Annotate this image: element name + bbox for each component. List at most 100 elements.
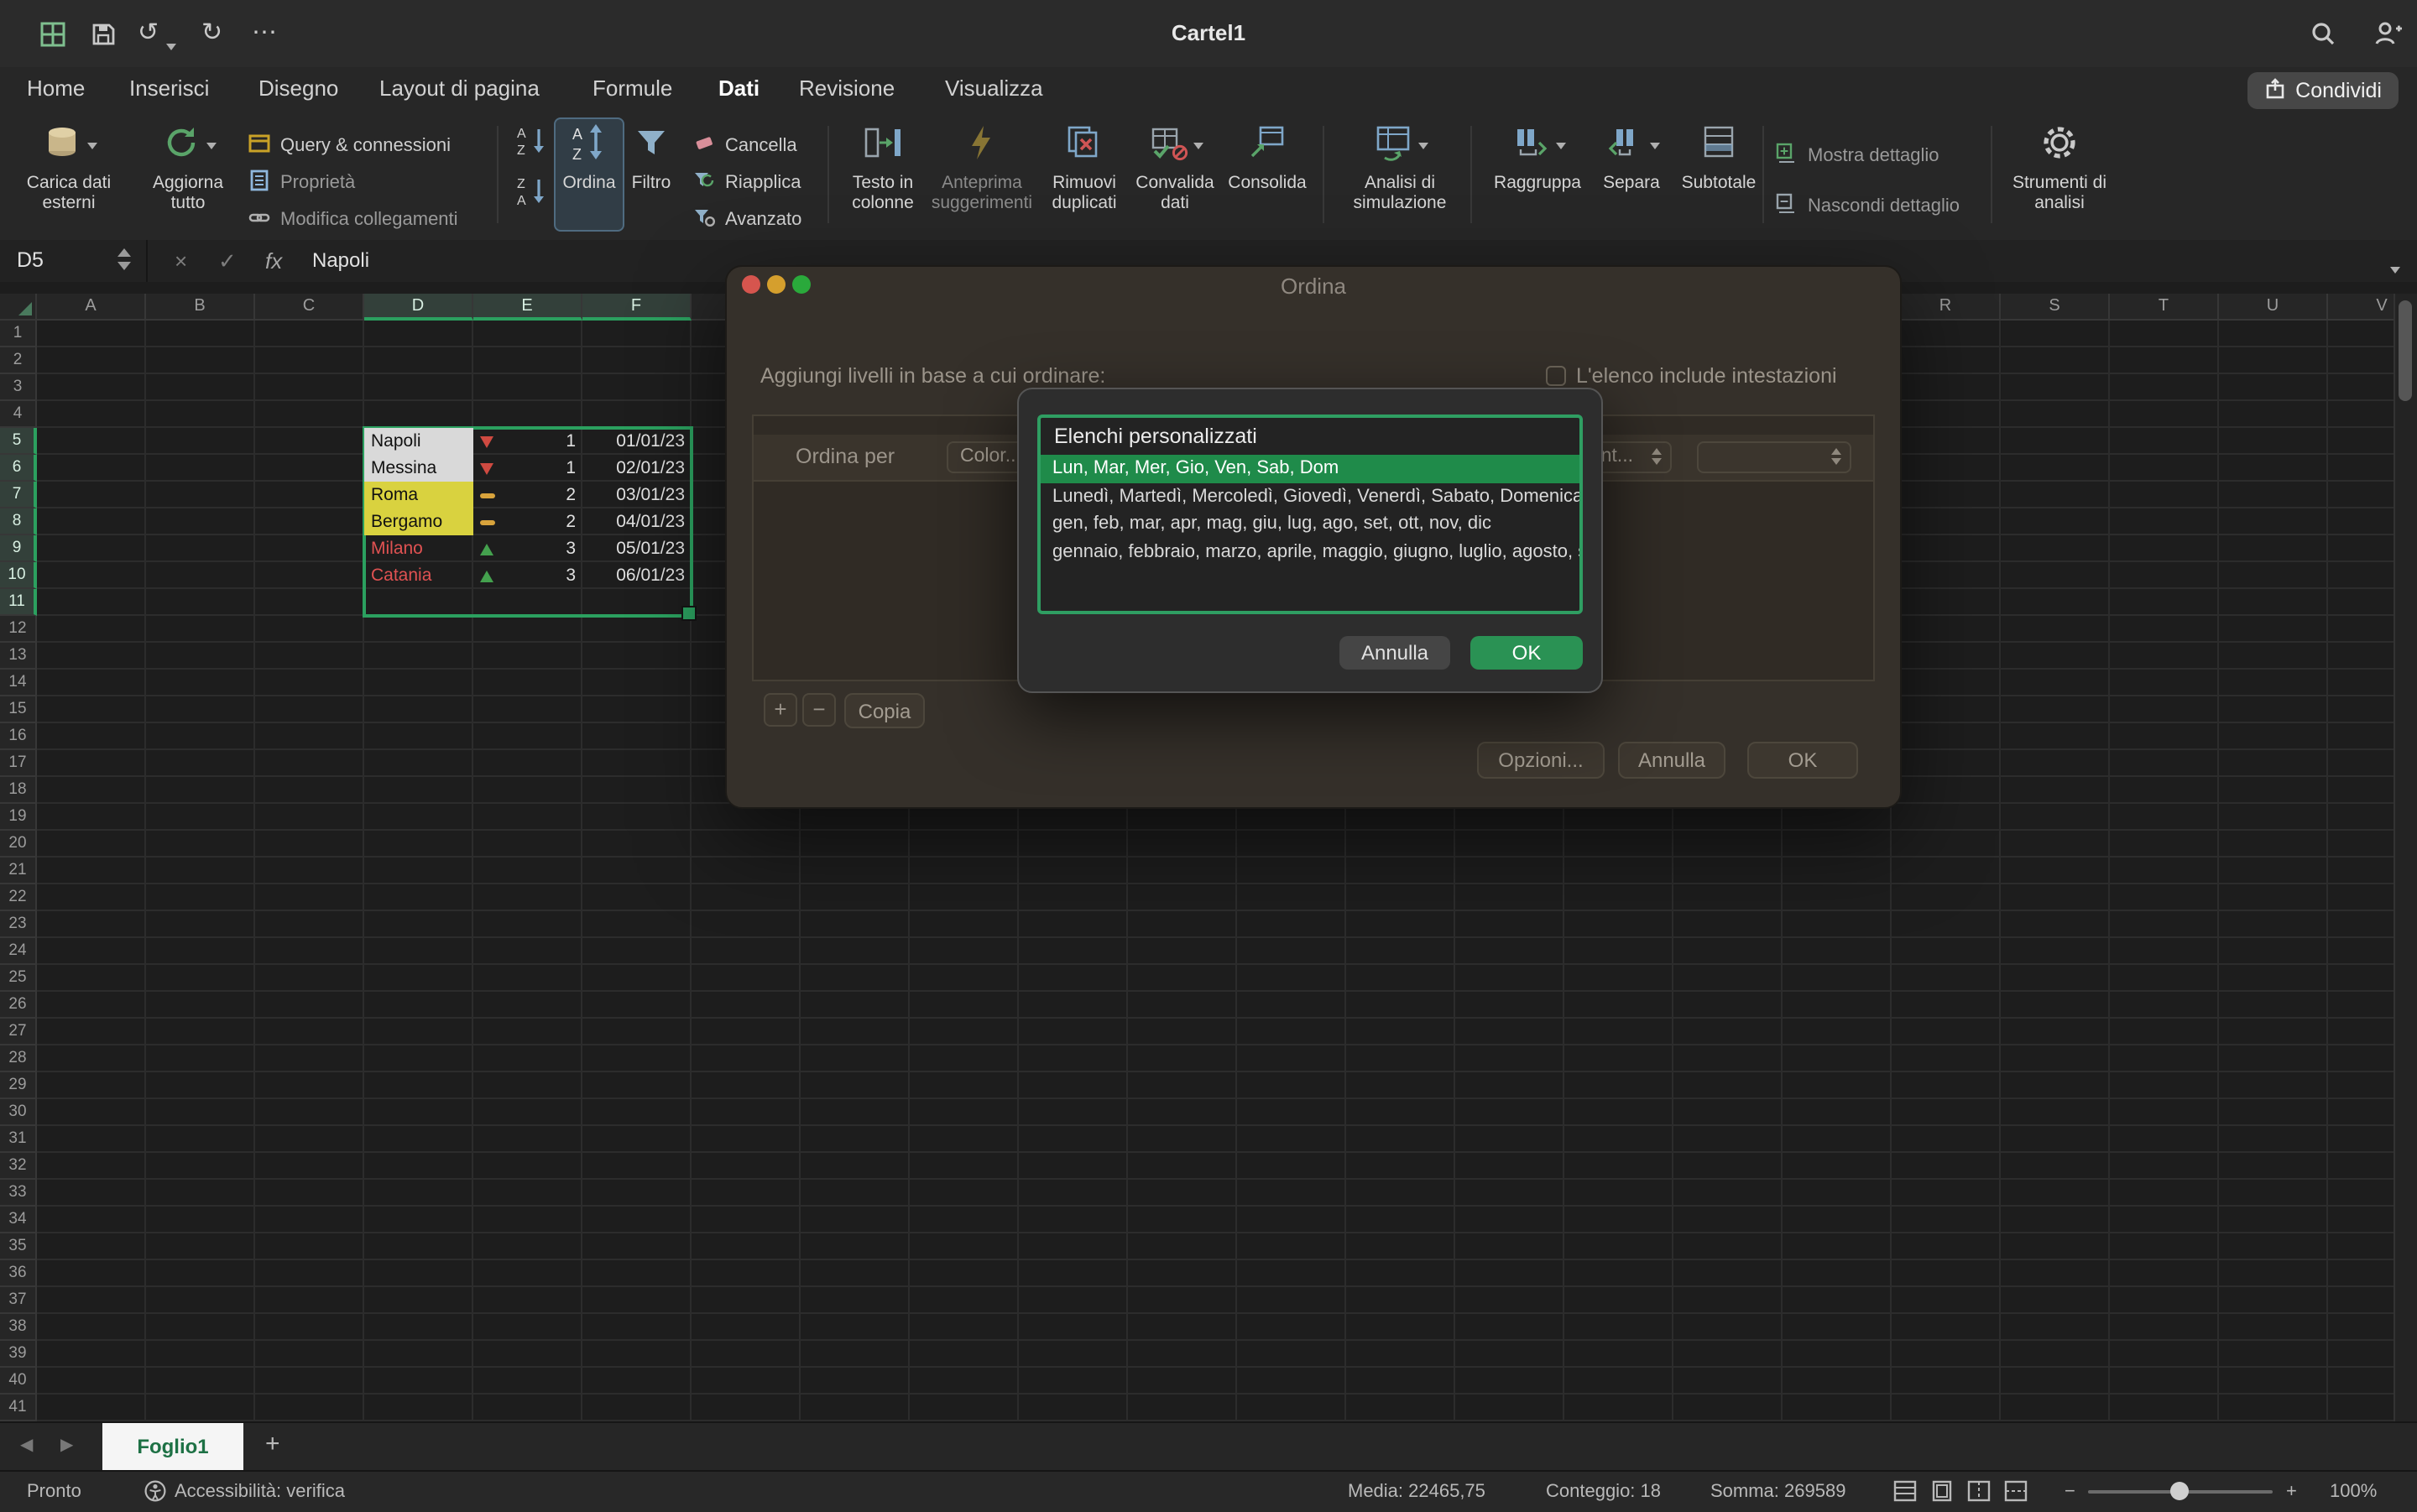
row-header-1[interactable]: 1 [0,321,37,347]
column-header-B[interactable]: B [146,294,255,321]
page-layout-view-icon[interactable] [1930,1480,1954,1507]
custom-lists-cancel-button[interactable]: Annulla [1339,636,1450,670]
cell-D10[interactable]: Catania [364,562,473,589]
sheet-tab-foglio1[interactable]: Foglio1 [102,1423,243,1472]
fill-handle[interactable] [681,606,697,621]
row-header-34[interactable]: 34 [0,1207,37,1233]
zoom-level[interactable]: 100% [2330,1472,2377,1512]
row-header-2[interactable]: 2 [0,347,37,374]
share-button[interactable]: Condividi [2247,72,2399,109]
row-header-33[interactable]: 33 [0,1180,37,1207]
what-if-analysis-button[interactable]: Analisi di simulazione [1343,119,1457,233]
tab-dati[interactable]: Dati [715,67,763,117]
cell-F7[interactable]: 03/01/23 [582,482,692,508]
add-level-button[interactable]: + [764,693,797,727]
flash-fill-button[interactable]: Anteprima suggerimenti [928,119,1036,233]
sort-ok-button[interactable]: OK [1747,742,1858,779]
sort-za-button[interactable]: ZA [514,176,551,210]
row-header-8[interactable]: 8 [0,508,37,535]
column-header-T[interactable]: T [2110,294,2219,321]
row-header-14[interactable]: 14 [0,670,37,696]
row-header-3[interactable]: 3 [0,374,37,401]
row-header-7[interactable]: 7 [0,482,37,508]
group-button[interactable]: Raggruppa [1487,119,1588,233]
row-header-32[interactable]: 32 [0,1153,37,1180]
remove-duplicates-button[interactable]: Rimuovi duplicati [1036,119,1133,233]
row-header-41[interactable]: 41 [0,1395,37,1421]
cell-D9[interactable]: Milano [364,535,473,562]
row-header-18[interactable]: 18 [0,777,37,804]
enter-icon[interactable]: ✓ [218,240,237,282]
cell-E7[interactable]: 2 [473,482,582,508]
get-external-data-button[interactable]: Carica dati esterni [20,119,117,233]
row-header-17[interactable]: 17 [0,750,37,777]
vertical-scrollbar-thumb[interactable] [2399,300,2412,401]
custom-view-icon[interactable] [2004,1480,2028,1507]
row-header-36[interactable]: 36 [0,1260,37,1287]
subtotal-button[interactable]: Subtotale [1675,119,1762,233]
normal-view-icon[interactable] [1893,1480,1917,1507]
next-sheet-icon[interactable]: ▶ [60,1436,73,1455]
consolidate-button[interactable]: Consolida [1224,119,1311,233]
cell-D5[interactable]: Napoli [364,428,473,455]
column-header-A[interactable]: A [37,294,146,321]
row-header-23[interactable]: 23 [0,911,37,938]
properties-button[interactable]: Proprietà [248,166,355,200]
cell-F8[interactable]: 04/01/23 [582,508,692,535]
row-header-16[interactable]: 16 [0,723,37,750]
row-header-26[interactable]: 26 [0,992,37,1019]
row-header-6[interactable]: 6 [0,455,37,482]
search-icon[interactable] [2310,20,2336,52]
edit-links-button[interactable]: Modifica collegamenti [248,203,458,237]
tab-home[interactable]: Home [23,67,88,112]
column-header-F[interactable]: F [582,294,692,321]
row-header-35[interactable]: 35 [0,1233,37,1260]
tab-visualizza[interactable]: Visualizza [942,67,1047,112]
analysis-tools-button[interactable]: Strumenti di analisi [2009,119,2110,233]
column-header-R[interactable]: R [1892,294,2001,321]
row-header-27[interactable]: 27 [0,1019,37,1045]
fx-icon[interactable]: fx [265,240,282,282]
cell-F6[interactable]: 02/01/23 [582,455,692,482]
cell-D6[interactable]: Messina [364,455,473,482]
row-header-21[interactable]: 21 [0,858,37,884]
zoom-slider[interactable] [2088,1490,2273,1494]
column-header-E[interactable]: E [473,294,582,321]
row-header-39[interactable]: 39 [0,1341,37,1368]
row-header-5[interactable]: 5 [0,428,37,455]
text-to-columns-button[interactable]: Testo in colonne [838,119,928,233]
advanced-filter-button[interactable]: Avanzato [693,203,801,237]
refresh-all-button[interactable]: Aggiorna tutto [141,119,235,233]
zoom-in-icon[interactable]: + [2286,1472,2297,1512]
vertical-scrollbar[interactable] [2394,294,2417,1421]
formula-bar-content[interactable]: Napoli [312,240,369,282]
cell-D8[interactable]: Bergamo [364,508,473,535]
copy-level-button[interactable]: Copia [844,693,925,728]
options-button[interactable]: Opzioni... [1477,742,1605,779]
select-all-corner[interactable] [0,294,37,321]
sort-cancel-button[interactable]: Annulla [1618,742,1725,779]
row-header-38[interactable]: 38 [0,1314,37,1341]
formula-bar-chevron-icon[interactable] [2390,245,2400,287]
tab-revisione[interactable]: Revisione [796,67,898,112]
cell-F10[interactable]: 06/01/23 [582,562,692,589]
tab-formule[interactable]: Formule [589,67,676,112]
show-detail-button[interactable]: Mostra dettaglio [1776,139,1939,173]
row-header-19[interactable]: 19 [0,804,37,831]
row-header-12[interactable]: 12 [0,616,37,643]
zoom-slider-thumb[interactable] [2170,1482,2189,1500]
cell-F9[interactable]: 05/01/23 [582,535,692,562]
row-header-9[interactable]: 9 [0,535,37,562]
list-item[interactable]: gennaio, febbraio, marzo, aprile, maggio… [1041,538,1579,566]
list-item[interactable]: Lunedì, Martedì, Mercoledì, Giovedì, Ven… [1041,482,1579,510]
row-header-29[interactable]: 29 [0,1072,37,1099]
remove-level-button[interactable]: − [802,693,836,727]
name-box-stepper[interactable] [117,248,131,270]
cell-E5[interactable]: 1 [473,428,582,455]
cancel-icon[interactable]: × [175,240,187,282]
column-header-D[interactable]: D [364,294,473,321]
sort-az-button[interactable]: AZ [514,126,551,159]
cell-E8[interactable]: 2 [473,508,582,535]
accessibility-icon[interactable] [144,1480,166,1507]
page-break-view-icon[interactable] [1967,1480,1991,1507]
